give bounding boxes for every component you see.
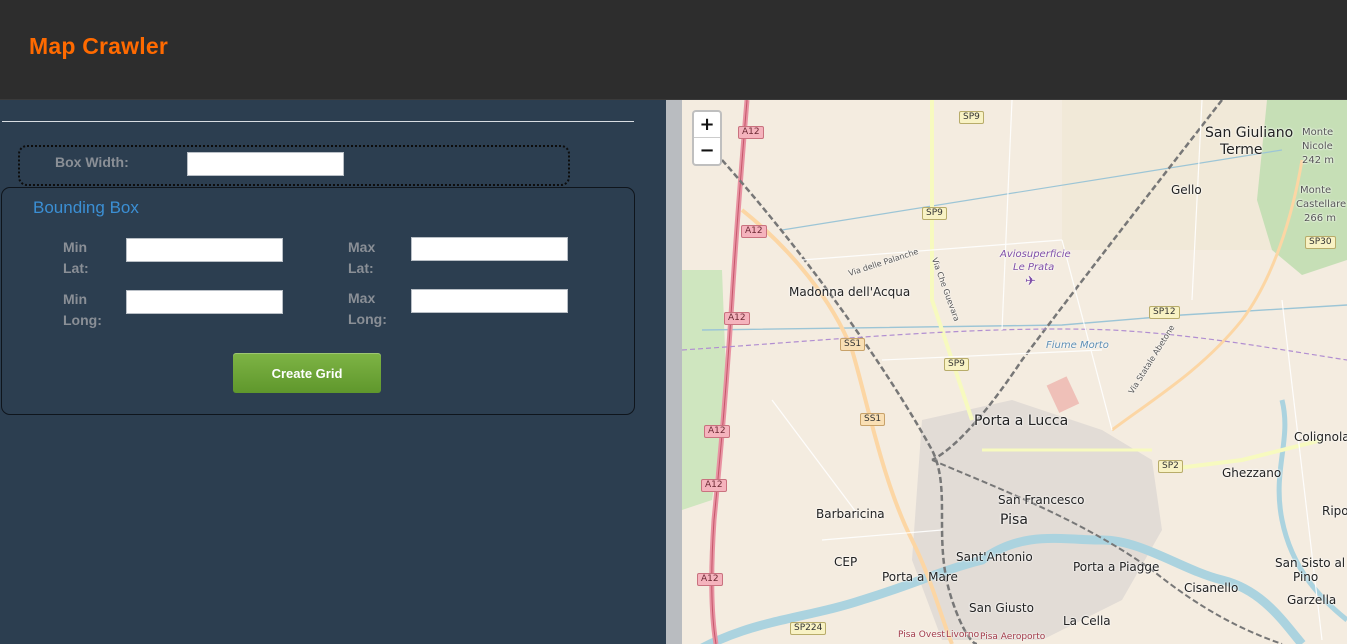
bounding-box-group: Bounding Box Min Lat: Max Lat: Min Long:…: [1, 187, 635, 415]
place-label: Porta a Piagge: [1073, 560, 1160, 574]
map-view[interactable]: + − San Giuliano Terme Monte Nicole 242 …: [682, 100, 1347, 644]
peak-label: Monte: [1300, 185, 1332, 196]
airfield-icon: ✈: [1025, 274, 1036, 289]
station-label: Pisa Ovest: [898, 630, 945, 640]
box-width-input[interactable]: [187, 152, 344, 176]
road-shield: A12: [738, 126, 764, 139]
place-label: Gello: [1171, 183, 1202, 197]
road-shield: SP2: [1158, 460, 1183, 473]
place-label: Pisa: [1000, 512, 1028, 528]
place-label: Colignola: [1294, 430, 1347, 444]
box-width-group: Box Width:: [18, 145, 570, 186]
zoom-in-button[interactable]: +: [694, 112, 720, 138]
place-label: Ghezzano: [1222, 466, 1282, 480]
station-label: Livorno: [946, 630, 980, 640]
place-label: CEP: [834, 555, 858, 569]
road-shield: SP12: [1149, 306, 1180, 319]
road-shield: A12: [697, 573, 723, 586]
max-long-input[interactable]: [411, 289, 568, 313]
min-long-input[interactable]: [126, 290, 283, 314]
max-lat-label: Max Lat:: [348, 239, 376, 276]
place-label: Le Prata: [1013, 262, 1055, 273]
road-shield: SS1: [840, 338, 866, 351]
create-grid-button[interactable]: Create Grid: [233, 353, 381, 393]
road-shield: A12: [701, 479, 727, 492]
peak-label: Castellare: [1296, 199, 1347, 210]
place-label: Ripol: [1322, 504, 1347, 518]
place-label: Porta a Mare: [882, 570, 958, 584]
place-label: Aviosuperficie: [1000, 249, 1071, 260]
zoom-control: + −: [692, 110, 722, 166]
road-shield: A12: [704, 425, 730, 438]
place-label: Sant'Antonio: [956, 550, 1033, 564]
app-title: Map Crawler: [29, 33, 168, 59]
panel-splitter[interactable]: [666, 100, 682, 644]
peak-label: 266 m: [1304, 213, 1337, 224]
road-shield: SP30: [1305, 236, 1336, 249]
app-header: Map Crawler: [0, 0, 1347, 100]
road-shield: SP9: [922, 207, 947, 220]
crawler-form-panel: Box Width: Bounding Box Min Lat: Max Lat…: [0, 100, 666, 644]
zoom-out-button[interactable]: −: [694, 138, 720, 164]
peak-label: Monte: [1302, 127, 1334, 138]
place-label: Garzella: [1287, 593, 1337, 607]
waterway-label: Fiume Morto: [1046, 340, 1109, 351]
bounding-box-legend: Bounding Box: [33, 198, 139, 217]
place-label: Terme: [1220, 142, 1263, 158]
road-shield: SP224: [790, 622, 827, 635]
peak-label: 242 m: [1302, 155, 1335, 166]
place-label: San Sisto al: [1275, 556, 1346, 570]
min-lat-label: Min Lat:: [63, 239, 89, 276]
place-label: San Francesco: [998, 493, 1085, 507]
peak-label: Nicole: [1302, 141, 1333, 152]
road-shield: A12: [741, 225, 767, 238]
place-label: San Giusto: [969, 601, 1034, 615]
road-shield: A12: [724, 312, 750, 325]
min-long-label: Min Long:: [63, 291, 102, 328]
form-divider: [2, 121, 634, 122]
min-lat-input[interactable]: [126, 238, 283, 262]
place-label: Madonna dell'Acqua: [789, 285, 911, 299]
max-long-label: Max Long:: [348, 290, 387, 327]
place-label: La Cella: [1063, 614, 1111, 628]
place-label: Barbaricina: [816, 507, 885, 521]
place-label: San Giuliano: [1205, 125, 1294, 141]
road-shield: SP9: [959, 111, 984, 124]
max-lat-input[interactable]: [411, 237, 568, 261]
road-shield: SS1: [860, 413, 886, 426]
box-width-label: Box Width:: [55, 154, 129, 170]
place-label: Pino: [1293, 570, 1319, 584]
station-label: Pisa Aeroporto: [980, 632, 1046, 642]
place-label: Cisanello: [1184, 581, 1239, 595]
place-label: Porta a Lucca: [974, 413, 1069, 429]
road-shield: SP9: [944, 358, 969, 371]
